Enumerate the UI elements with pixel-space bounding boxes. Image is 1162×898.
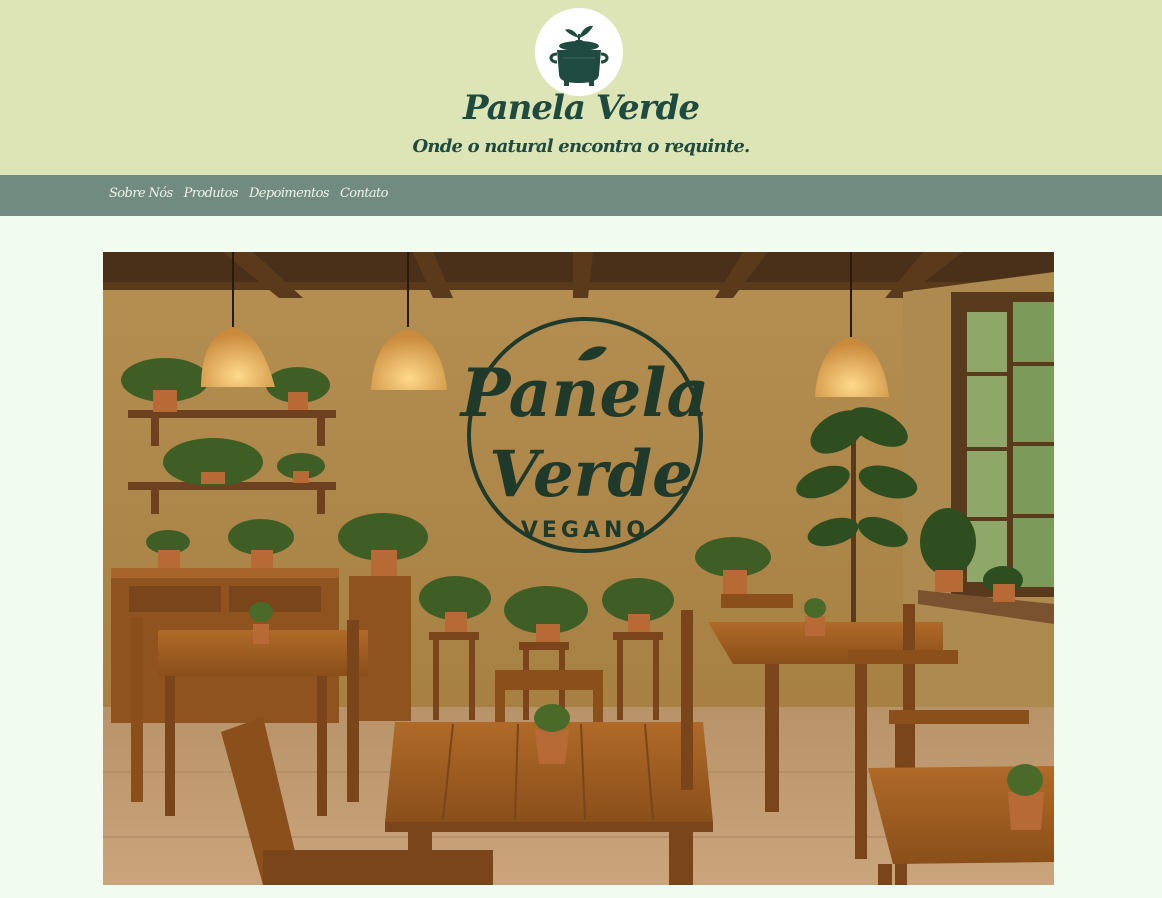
site-title: Panela Verde — [462, 88, 700, 128]
wall-sign-line2: Verde — [489, 437, 693, 512]
restaurant-interior-illustration: Panela Verde VEGANO — [103, 252, 1054, 885]
nav-link-sobre-nos[interactable]: Sobre Nós — [109, 186, 173, 201]
nav-link-contato[interactable]: Contato — [340, 186, 389, 201]
site-tagline: Onde o natural encontra o requinte. — [412, 136, 751, 157]
nav-link-produtos[interactable]: Produtos — [184, 186, 239, 201]
wall-sign-line1: Panela — [459, 354, 709, 432]
nav-link-depoimentos[interactable]: Depoimentos — [249, 186, 330, 201]
cooking-pot-with-leaf-icon — [549, 25, 609, 86]
site-header: Panela Verde Onde o natural encontra o r… — [0, 0, 1162, 175]
logo[interactable] — [535, 8, 623, 96]
main-nav: Sobre Nós Produtos Depoimentos Contato — [0, 175, 1162, 216]
wall-sign-line3: VEGANO — [521, 518, 649, 543]
hero-image: Panela Verde VEGANO — [103, 252, 1054, 885]
